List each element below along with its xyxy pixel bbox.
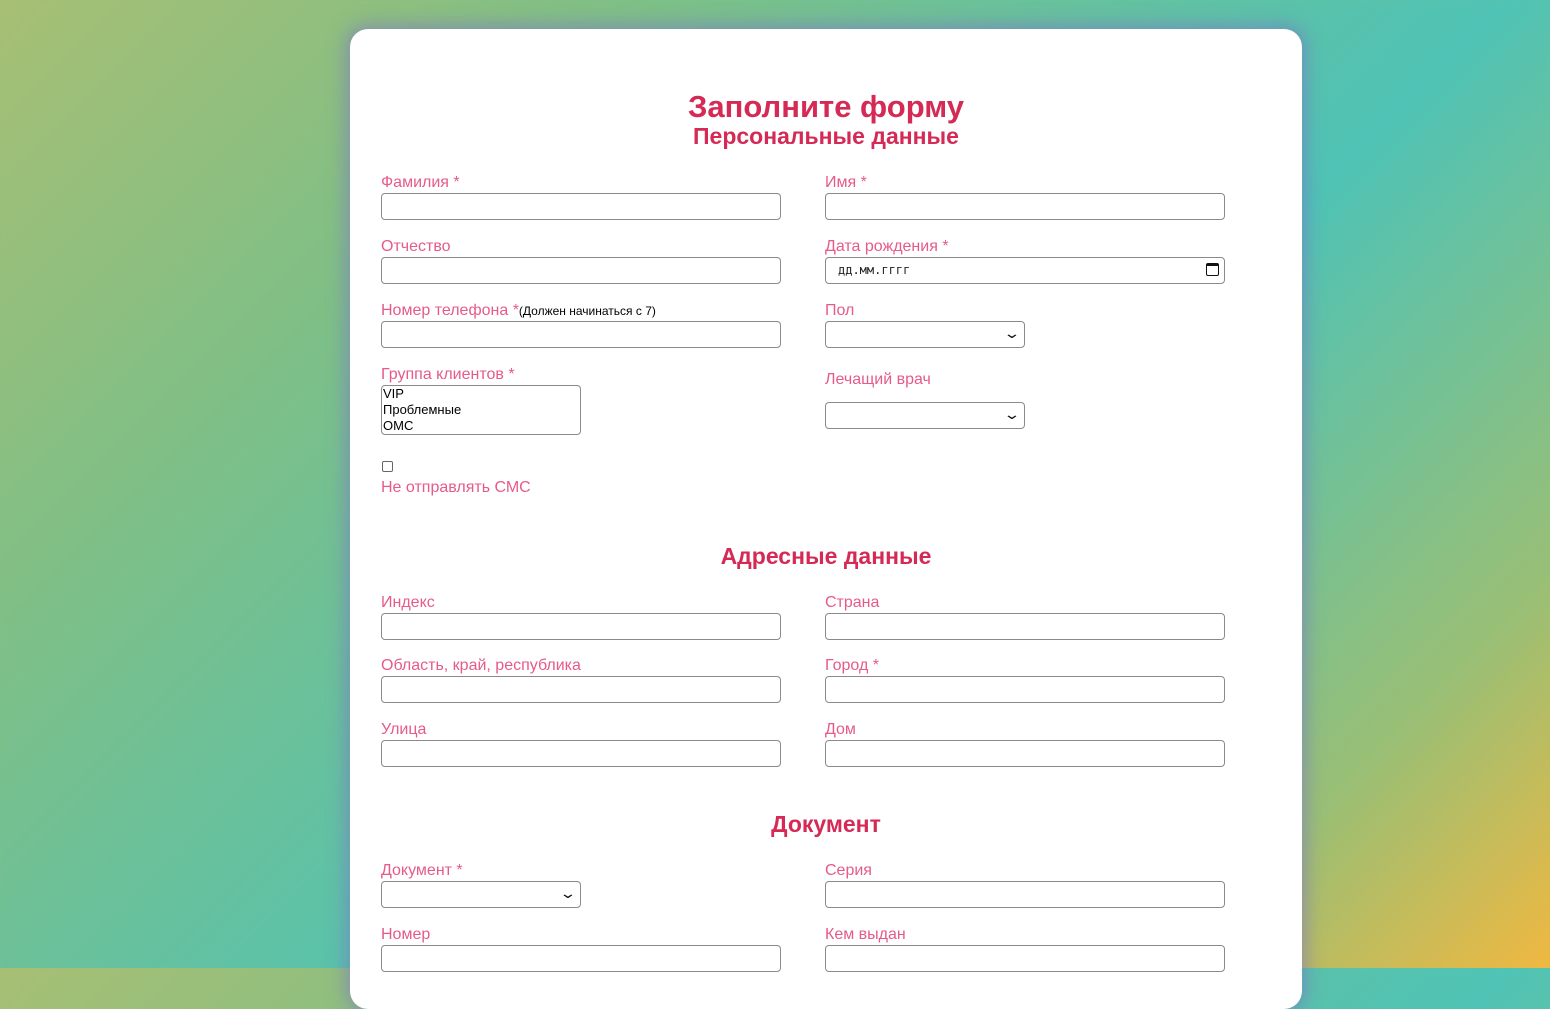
- no-sms-checkbox[interactable]: [382, 461, 393, 472]
- client-group-label: Группа клиентов *: [381, 366, 515, 383]
- country-label: Страна: [825, 594, 880, 611]
- middle-name-label: Отчество: [381, 238, 451, 255]
- doctor-select[interactable]: ⌄: [825, 402, 1025, 429]
- section-address-title: Адресные данные: [720, 543, 932, 569]
- house-label: Дом: [825, 721, 856, 738]
- chevron-down-icon: ⌄: [1003, 325, 1021, 341]
- phone-note: (Должен начинаться с 7): [518, 304, 656, 318]
- form-card: Заполните форму Персональные данные Фами…: [350, 29, 1302, 1009]
- chevron-down-icon: ⌄: [559, 885, 577, 901]
- no-sms-label: Не отправлять СМС: [381, 479, 531, 496]
- page-title: Заполните форму: [687, 89, 964, 124]
- region-label: Область, край, республика: [381, 657, 581, 674]
- document-select[interactable]: ⌄: [381, 881, 581, 908]
- first-name-input[interactable]: [825, 193, 1225, 220]
- street-label: Улица: [381, 721, 427, 738]
- region-input[interactable]: [381, 676, 781, 703]
- issued-by-label: Кем выдан: [825, 926, 906, 943]
- phone-label: Номер телефона *(Должен начинаться с 7): [381, 302, 656, 320]
- document-label: Документ *: [381, 862, 463, 879]
- chevron-down-icon: ⌄: [1003, 406, 1021, 422]
- number-label: Номер: [381, 926, 431, 943]
- section-personal-title: Персональные данные: [693, 123, 959, 149]
- country-input[interactable]: [825, 613, 1225, 640]
- index-label: Индекс: [381, 594, 435, 611]
- last-name-label: Фамилия *: [381, 174, 460, 191]
- index-input[interactable]: [381, 613, 781, 640]
- calendar-icon[interactable]: [1206, 263, 1219, 276]
- house-input[interactable]: [825, 740, 1225, 767]
- client-group-option-problem[interactable]: Проблемные: [383, 402, 580, 418]
- client-group-option-oms[interactable]: ОМС: [383, 418, 580, 434]
- birth-date-placeholder: дд.мм.гггг: [838, 263, 911, 277]
- street-input[interactable]: [381, 740, 781, 767]
- series-label: Серия: [825, 862, 872, 879]
- section-document-title: Документ: [771, 811, 881, 837]
- series-input[interactable]: [825, 881, 1225, 908]
- phone-label-text: Номер телефона *: [381, 302, 519, 319]
- city-label: Город *: [825, 657, 879, 674]
- gender-select[interactable]: ⌄: [825, 321, 1025, 348]
- last-name-input[interactable]: [381, 193, 781, 220]
- city-input[interactable]: [825, 676, 1225, 703]
- first-name-label: Имя *: [825, 174, 867, 191]
- doctor-label: Лечащий врач: [825, 371, 931, 388]
- gender-label: Пол: [825, 302, 855, 319]
- middle-name-input[interactable]: [381, 257, 781, 284]
- birth-date-input[interactable]: дд.мм.гггг: [825, 257, 1225, 284]
- birth-date-label: Дата рождения *: [825, 238, 949, 255]
- client-group-listbox[interactable]: VIP Проблемные ОМС: [381, 385, 581, 435]
- client-group-option-vip[interactable]: VIP: [383, 386, 580, 402]
- phone-input[interactable]: [381, 321, 781, 348]
